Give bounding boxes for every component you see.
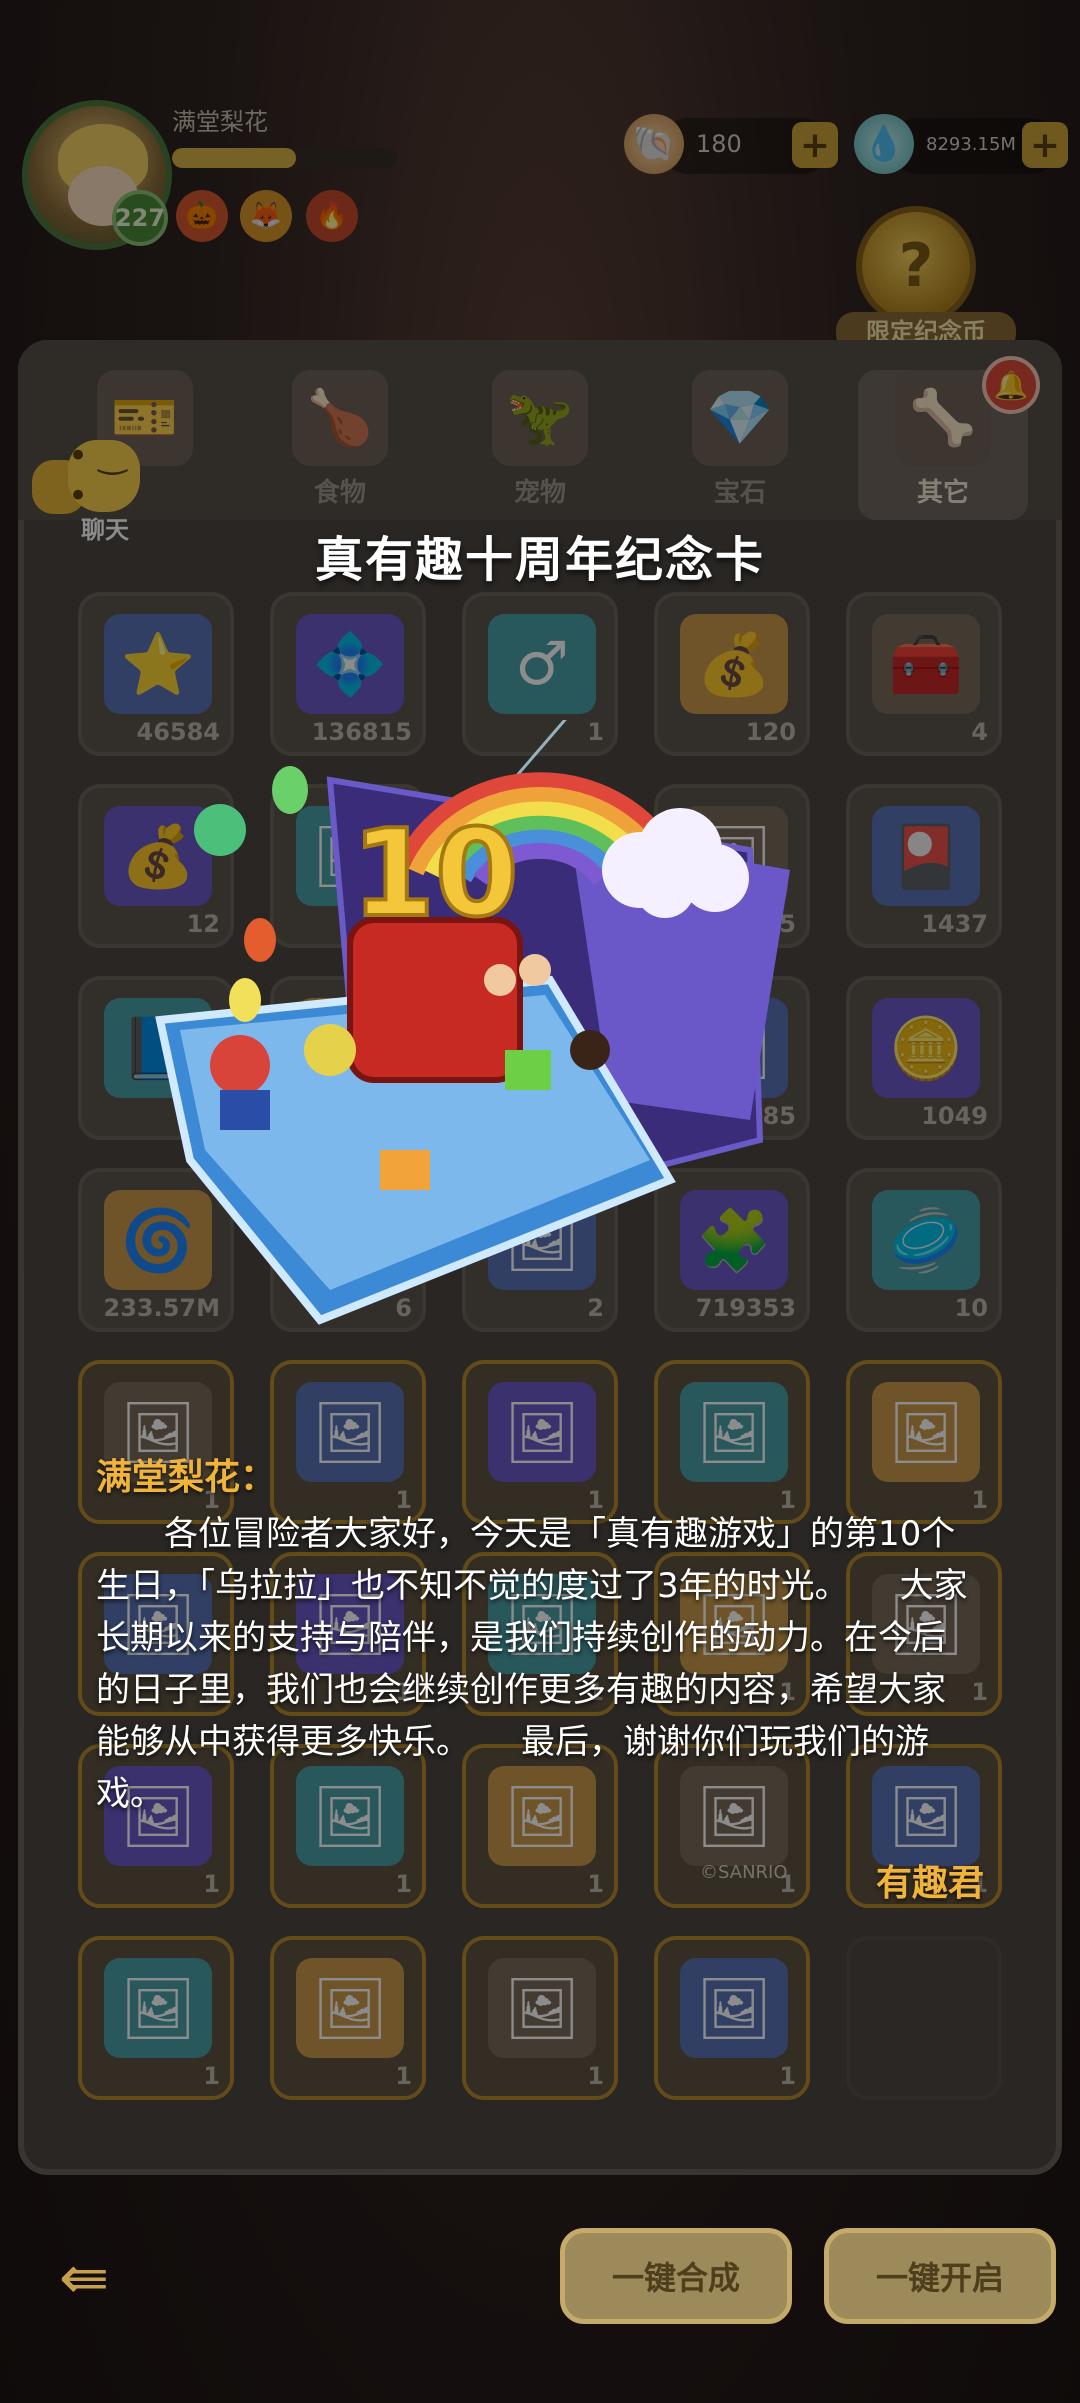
- tab-label: 食物: [313, 478, 366, 508]
- fox-badge-icon[interactable]: 🦊: [240, 190, 292, 242]
- red-block: [347, 917, 523, 1083]
- bone-icon: 🦴: [895, 370, 991, 466]
- item-art-icon: 🖼: [872, 1382, 980, 1482]
- item-slot: [846, 1936, 1002, 2100]
- item-count: 1: [203, 1870, 220, 1898]
- item-slot[interactable]: 🪙 1049: [846, 976, 1002, 1140]
- sanrio-watermark: ©SANRIO: [700, 1862, 788, 1883]
- message-signature: 有趣君: [875, 1863, 984, 1904]
- level-badge: 227: [112, 190, 168, 246]
- anniversary-card-illustration: 10: [155, 720, 790, 1325]
- food-bowl-icon: 🍗: [292, 370, 388, 466]
- open-all-button[interactable]: 一键开启: [824, 2228, 1056, 2324]
- item-count: 1049: [921, 1102, 988, 1130]
- item-count: 1: [779, 2062, 796, 2090]
- kid-character-1: [484, 964, 516, 996]
- item-slot[interactable]: 🖼 1: [270, 1360, 426, 1524]
- message-sender: 满堂梨花：: [96, 1457, 277, 1498]
- currency-gem: 💧 8293.15M +: [854, 114, 1068, 174]
- item-art-icon: 💠: [296, 614, 404, 714]
- fire-badge-icon[interactable]: 🔥: [306, 190, 358, 242]
- anniversary-number: 10: [352, 805, 519, 944]
- item-art-icon: 🧰: [872, 614, 980, 714]
- item-count: 1: [587, 2062, 604, 2090]
- item-count: 1437: [921, 910, 988, 938]
- gift-box-blue: [220, 1090, 270, 1130]
- pet-icon: 🦖: [492, 370, 588, 466]
- girl-character: [570, 1030, 610, 1070]
- tab-label: 宠物: [513, 478, 566, 508]
- player-name: 满堂梨花: [172, 108, 268, 136]
- bell-alert-icon: 🔔: [982, 356, 1040, 414]
- item-art-icon: 🖼: [104, 1958, 212, 2058]
- item-art-icon: 🖼: [488, 1382, 596, 1482]
- item-art-icon: 💰: [680, 614, 788, 714]
- item-count: 10: [954, 1294, 988, 1322]
- item-slot[interactable]: 🖼 1: [462, 1360, 618, 1524]
- balloon-yellow-icon: [229, 978, 261, 1022]
- red-dino-character: [210, 1035, 270, 1095]
- balloon-orange-icon: [244, 918, 276, 962]
- card-title: 真有趣十周年纪念卡: [314, 532, 765, 588]
- currency-shell: 🐚 180 +: [624, 114, 838, 174]
- currency-gem-value: 8293.15M: [926, 134, 1016, 155]
- xp-bar: [172, 148, 397, 168]
- snail-shell-icon: 🐚: [624, 114, 684, 174]
- camera-prop: [380, 1150, 430, 1190]
- item-count: 1: [587, 1870, 604, 1898]
- item-art-icon: 🖼: [296, 1958, 404, 2058]
- item-count: 4: [971, 718, 988, 746]
- merge-all-button[interactable]: 一键合成: [560, 2228, 792, 2324]
- balloon-ghost-icon: [194, 804, 246, 856]
- limited-coin-icon[interactable]: ?: [856, 206, 976, 326]
- item-slot[interactable]: 🥏 10: [846, 1168, 1002, 1332]
- item-art-icon: ♂: [488, 614, 596, 714]
- slime-gem-icon: 💧: [854, 114, 914, 174]
- tab-food[interactable]: 🍗 食物: [255, 370, 425, 520]
- item-slot[interactable]: 🖼 1: [462, 1936, 618, 2100]
- item-art-icon: ⭐: [104, 614, 212, 714]
- item-slot[interactable]: 🧰 4: [846, 592, 1002, 756]
- tab-label: 宝石: [713, 478, 766, 508]
- item-art-icon: 🖼: [488, 1958, 596, 2058]
- smile-chat-icon: • ‿ •: [68, 436, 140, 516]
- item-count: 1: [203, 2062, 220, 2090]
- gift-box-green: [505, 1050, 551, 1090]
- item-art-icon: 🪙: [872, 998, 980, 1098]
- xp-bar-fill: [172, 148, 296, 168]
- item-slot[interactable]: 🖼 1: [78, 1936, 234, 2100]
- tab-pets[interactable]: 🦖 宠物: [455, 370, 625, 520]
- kid-character-2: [519, 954, 551, 986]
- balloon-green-icon: [272, 766, 308, 814]
- yellow-character: [304, 1024, 356, 1076]
- item-slot[interactable]: 🖼 1: [654, 1360, 810, 1524]
- add-gem-button[interactable]: +: [1022, 122, 1068, 168]
- item-art-icon: 🎴: [872, 806, 980, 906]
- tab-label: 其它: [916, 478, 969, 508]
- message-body: 各位冒险者大家好，今天是「真有趣游戏」的第10个生日，「乌拉拉」也不知不觉的度过…: [96, 1514, 968, 1814]
- item-art-icon: 🖼: [680, 1382, 788, 1482]
- item-slot[interactable]: 🖼 1: [654, 1936, 810, 2100]
- item-count: 1: [395, 2062, 412, 2090]
- currency-shell-value: 180: [696, 130, 742, 158]
- item-art-icon: 🖼: [680, 1958, 788, 2058]
- item-slot[interactable]: 🎴 1437: [846, 784, 1002, 948]
- pumpkin-badge-icon[interactable]: 🎃: [176, 190, 228, 242]
- gem-icon: 💎: [692, 370, 788, 466]
- back-arrow-icon[interactable]: ⇚: [44, 2243, 124, 2313]
- tab-gems[interactable]: 💎 宝石: [655, 370, 825, 520]
- add-shell-button[interactable]: +: [792, 122, 838, 168]
- item-slot[interactable]: 🖼 1: [846, 1360, 1002, 1524]
- item-slot[interactable]: 🖼 1: [270, 1936, 426, 2100]
- item-art-icon: 🖼: [296, 1382, 404, 1482]
- item-art-icon: 🥏: [872, 1190, 980, 1290]
- item-count: 1: [395, 1870, 412, 1898]
